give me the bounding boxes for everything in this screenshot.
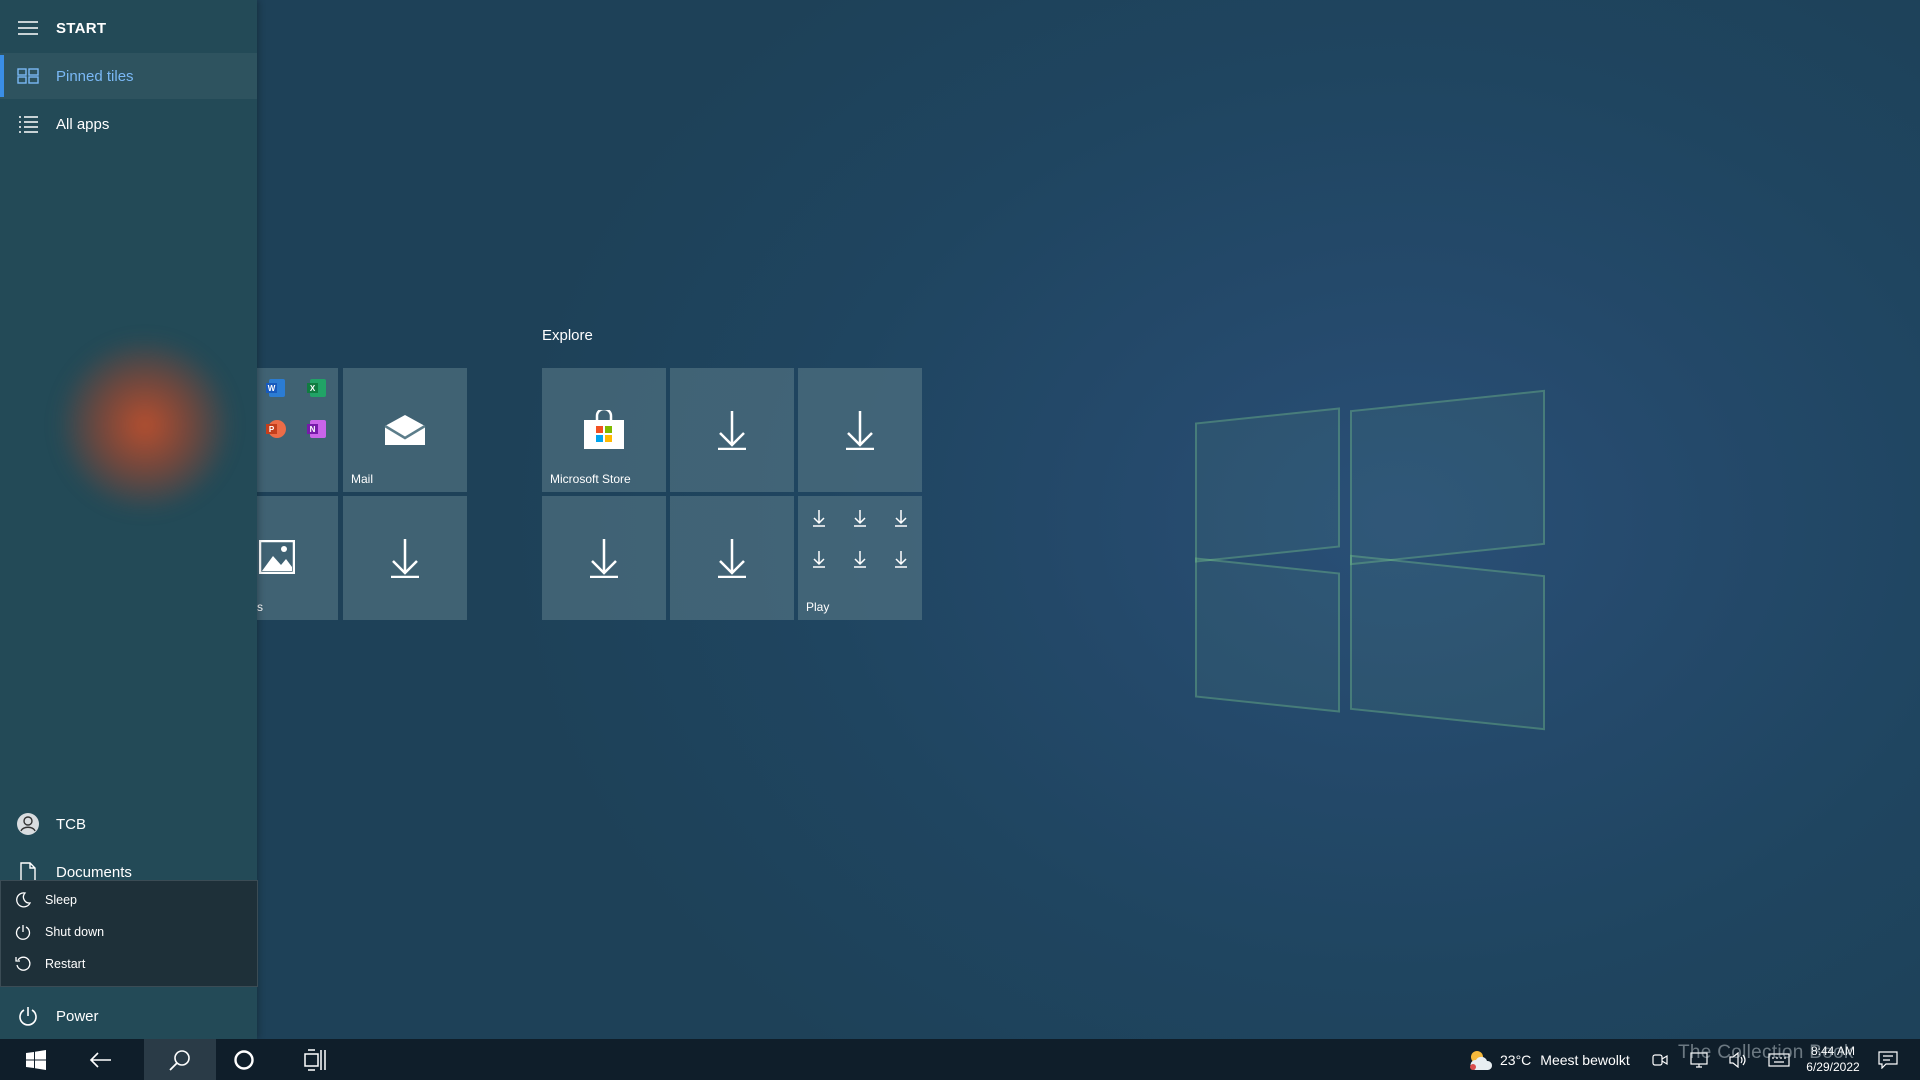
shut-down-label: Shut down bbox=[45, 925, 105, 939]
explore-group-title: Explore bbox=[542, 327, 593, 344]
download-tile-2[interactable] bbox=[670, 368, 794, 492]
play-folder-tile[interactable]: Play bbox=[798, 496, 922, 620]
download-icon bbox=[718, 411, 746, 450]
document-icon bbox=[20, 862, 36, 882]
nav-pinned-tiles-label: Pinned tiles bbox=[56, 67, 134, 85]
powerpoint-icon: P bbox=[266, 420, 286, 438]
search-button[interactable] bbox=[144, 1039, 216, 1080]
meet-icon bbox=[1652, 1053, 1668, 1066]
onenote-icon: N bbox=[307, 420, 326, 438]
desktop-windows-logo bbox=[1185, 380, 1545, 740]
restart-menu-item[interactable]: Restart bbox=[1, 948, 257, 980]
meet-now-button[interactable] bbox=[1652, 1039, 1668, 1080]
download-icon bbox=[391, 539, 419, 578]
power-button[interactable]: Power bbox=[0, 993, 257, 1039]
shutdown-icon bbox=[15, 925, 31, 940]
watermark: The Collection Book bbox=[1678, 1042, 1854, 1063]
back-icon bbox=[89, 1051, 111, 1068]
microsoft-store-tile-label: Microsoft Store bbox=[550, 472, 631, 486]
power-flyout-menu: Sleep Shut down Restart bbox=[0, 880, 258, 987]
photos-tile[interactable]: s bbox=[257, 496, 338, 620]
task-view-button[interactable] bbox=[280, 1039, 352, 1080]
mail-tile[interactable]: Mail bbox=[343, 368, 467, 492]
download-tile-3[interactable] bbox=[798, 368, 922, 492]
weather-widget[interactable]: 23°C Meest bewolkt bbox=[1468, 1039, 1630, 1080]
user-avatar-icon bbox=[17, 813, 39, 835]
cortana-button[interactable] bbox=[208, 1039, 280, 1080]
download-icon bbox=[590, 539, 618, 578]
pinned-tiles-icon bbox=[17, 68, 39, 84]
user-name: TCB bbox=[56, 815, 86, 833]
start-title: START bbox=[56, 19, 107, 37]
download-icon bbox=[813, 510, 907, 568]
user-account[interactable]: TCB bbox=[0, 801, 257, 847]
restart-icon bbox=[15, 956, 31, 971]
word-icon: W bbox=[266, 379, 285, 397]
sleep-label: Sleep bbox=[45, 893, 77, 907]
svg-text:X: X bbox=[310, 384, 316, 393]
sleep-menu-item[interactable]: Sleep bbox=[1, 884, 257, 916]
microsoft-store-tile[interactable]: Microsoft Store bbox=[542, 368, 666, 492]
search-icon bbox=[169, 1049, 190, 1071]
restart-label: Restart bbox=[45, 957, 86, 971]
svg-text:P: P bbox=[269, 425, 275, 434]
cortana-icon bbox=[234, 1049, 254, 1070]
mail-icon bbox=[384, 415, 426, 445]
back-button[interactable] bbox=[64, 1039, 136, 1080]
mail-tile-label: Mail bbox=[351, 472, 374, 486]
taskbar: 23°C Meest bewolkt 8:44 AM 6/29/2022 bbox=[0, 1039, 1920, 1080]
weather-icon bbox=[1470, 1050, 1493, 1070]
photos-tile-label: s bbox=[257, 600, 263, 614]
svg-text:W: W bbox=[268, 384, 276, 393]
office-tile[interactable]: W X P N bbox=[257, 368, 338, 492]
svg-text:N: N bbox=[310, 425, 316, 434]
nav-all-apps[interactable]: All apps bbox=[0, 101, 257, 147]
play-tile-label: Play bbox=[806, 600, 830, 614]
excel-icon: X bbox=[307, 379, 326, 397]
nav-all-apps-label: All apps bbox=[56, 115, 110, 133]
weather-condition: Meest bewolkt bbox=[1540, 1051, 1630, 1068]
sleep-icon bbox=[16, 892, 31, 908]
notification-icon bbox=[1878, 1050, 1898, 1069]
download-tile-5[interactable] bbox=[670, 496, 794, 620]
start-header[interactable]: START bbox=[0, 5, 257, 51]
start-button[interactable] bbox=[0, 1039, 72, 1080]
hamburger-icon[interactable] bbox=[18, 21, 38, 35]
nav-pinned-tiles[interactable]: Pinned tiles bbox=[0, 53, 257, 99]
documents-label: Documents bbox=[56, 863, 132, 881]
photos-icon bbox=[259, 540, 295, 574]
weather-temp: 23°C bbox=[1500, 1051, 1532, 1068]
download-icon bbox=[718, 539, 746, 578]
power-icon bbox=[19, 1007, 37, 1026]
store-icon bbox=[584, 410, 624, 449]
shut-down-menu-item[interactable]: Shut down bbox=[1, 916, 257, 948]
user-avatar-glow bbox=[55, 335, 235, 515]
download-tile-4[interactable] bbox=[542, 496, 666, 620]
download-icon bbox=[846, 411, 874, 450]
download-tile-1[interactable] bbox=[343, 496, 467, 620]
windows-logo-icon bbox=[26, 1049, 46, 1070]
action-center-button[interactable] bbox=[1878, 1039, 1898, 1080]
task-view-icon bbox=[304, 1048, 326, 1071]
all-apps-icon bbox=[19, 116, 38, 133]
power-label: Power bbox=[56, 1007, 99, 1025]
